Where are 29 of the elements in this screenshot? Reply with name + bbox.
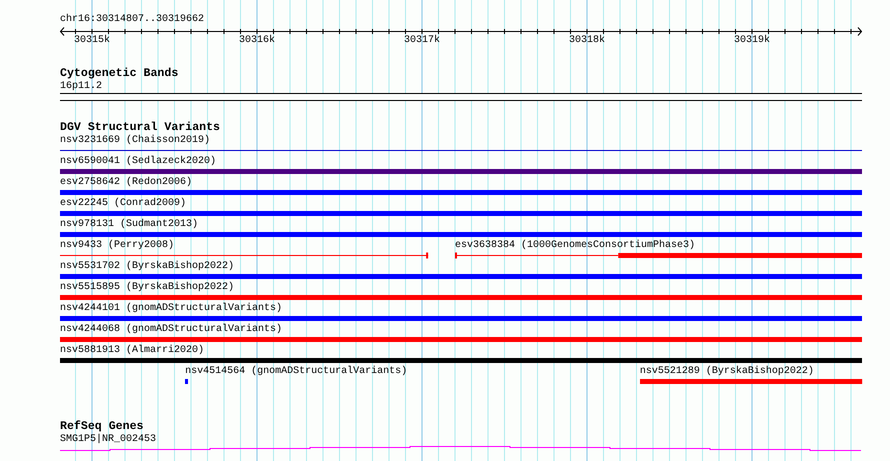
track-title: DGV Structural Variants [60, 121, 220, 134]
variant-label: nsv4244101 (gnomADStructuralVariants) [60, 303, 282, 315]
tick-label: 30315k [74, 36, 110, 46]
variant-label: nsv978131 (Sudmant2013) [60, 219, 198, 231]
gene-label: SMG1P5|NR_002453 [60, 434, 156, 446]
gene-line[interactable] [60, 446, 862, 451]
tick-label: 30317k [404, 36, 440, 46]
variant-label: esv22245 (Conrad2009) [60, 198, 186, 210]
tick-label: 30318k [569, 36, 605, 46]
variant-label: nsv5515895 (ByrskaBishop2022) [60, 282, 234, 294]
variant-label: nsv5521289 (ByrskaBishop2022) [640, 366, 814, 378]
variant-label: nsv4514564 (gnomADStructuralVariants) [185, 366, 408, 378]
variant-label: nsv5881913 (Almarri2020) [60, 345, 204, 357]
variant-label: esv3638384 (1000GenomesConsortiumPhase3) [454, 240, 696, 252]
variant-label: nsv5531702 (ByrskaBishop2022) [60, 261, 234, 273]
region-label: chr16:30314807..30319662 [60, 14, 206, 26]
variant-line[interactable] [60, 252, 428, 258]
variant-label: nsv9433 (Perry2008) [60, 240, 174, 252]
variant-label: nsv4244068 (gnomADStructuralVariants) [60, 324, 282, 336]
track-title: RefSeq Genes [60, 420, 144, 434]
track-title: Cytogenetic Bands [60, 67, 178, 81]
variant-bar[interactable] [185, 379, 188, 384]
variant-label: nsv3231669 (Chaisson2019) [60, 135, 210, 147]
tick-label: 30316k [239, 36, 275, 46]
tick-label: 30319k [734, 36, 770, 46]
band-label: 16p11.2 [60, 81, 102, 93]
variant-label: esv2758642 (Redon2006) [60, 177, 192, 189]
variant-line[interactable] [454, 252, 862, 258]
variant-label: nsv6590041 (Sedlazeck2020) [60, 156, 216, 168]
